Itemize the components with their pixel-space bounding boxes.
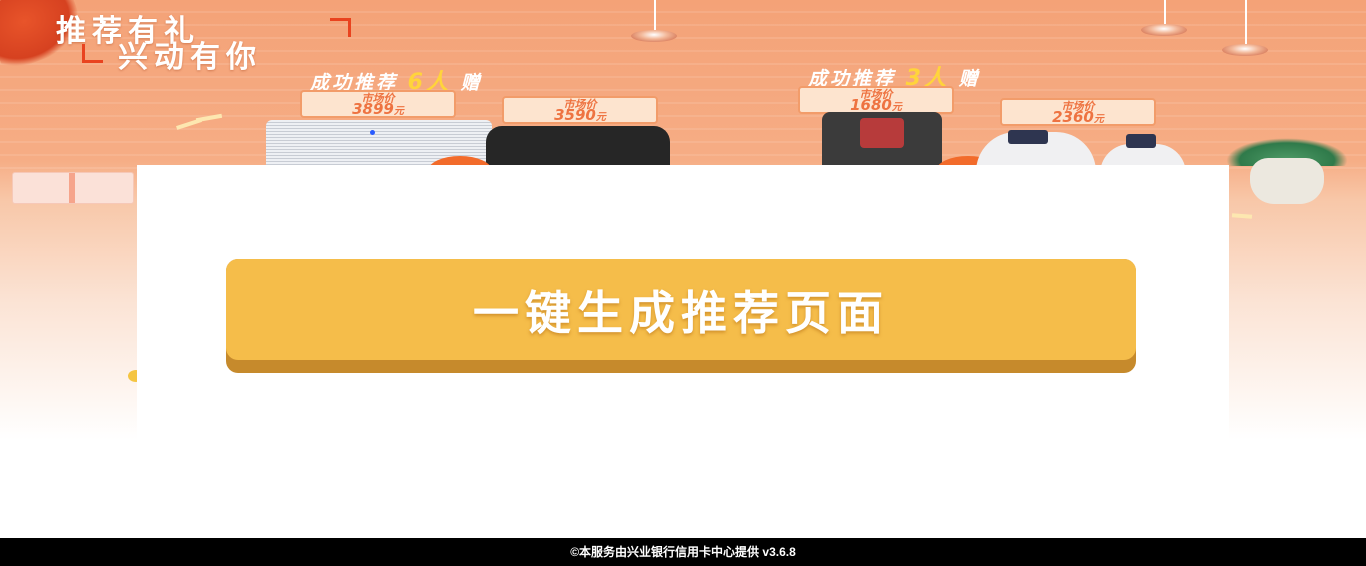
title-bracket-left [82,44,103,63]
price-tag: 市场价 2360元 [1000,98,1156,126]
lamp-wire [1164,0,1166,24]
watch-band [1008,130,1048,144]
blender-cup [860,118,904,148]
price-tag-unit: 元 [1093,114,1104,125]
price-tag-unit: 元 [595,112,606,123]
footer: ©本服务由兴业银行信用卡中心提供 v3.6.8 [0,538,1366,566]
pendant-lamp [1222,44,1268,56]
button-face: 一键生成推荐页面 [226,259,1136,360]
watch-band [1126,134,1156,148]
price-tag-unit: 元 [393,106,404,117]
gift-box-decoration [12,172,134,204]
lamp-wire [1245,0,1247,44]
title-bracket-right [330,18,351,37]
pendant-lamp [631,30,677,42]
price-tag-value: 3899 [352,100,394,118]
price-tag-value: 2360 [1052,108,1094,126]
pendant-lamp [1141,24,1187,36]
promo-suffix: 赠 [460,72,483,94]
card-fade [137,400,1229,440]
footer-copyright: ©本服务由兴业银行信用卡中心提供 v3.6.8 [570,545,796,559]
luggage-bag-image [486,126,670,170]
promo-suffix: 赠 [958,68,981,90]
generate-recommend-page-button[interactable]: 一键生成推荐页面 [226,259,1136,373]
price-tag: 市场价 1680元 [798,86,954,114]
price-tag-value: 3590 [554,106,596,124]
generate-button-label: 一键生成推荐页面 [473,285,889,340]
air-purifier-indicator [370,130,375,135]
lamp-wire [654,0,656,30]
price-tag: 市场价 3590元 [502,96,658,124]
price-tag: 市场价 3899元 [300,90,456,118]
banner-title-line2: 兴动有你 [118,40,262,75]
plant-pot-decoration [1250,158,1324,204]
